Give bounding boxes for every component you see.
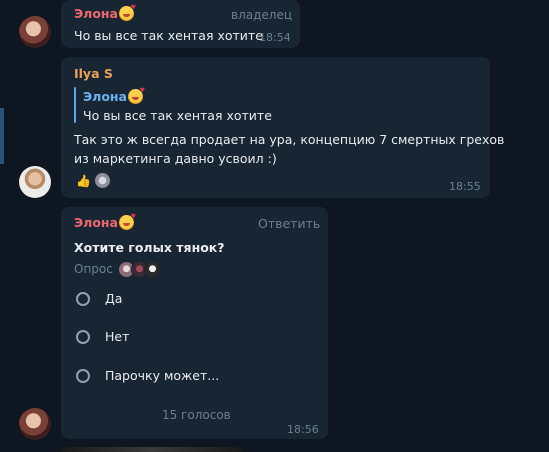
poll-question: Хотите голых тянок? (74, 240, 225, 255)
poll-option-label: Да (105, 291, 123, 306)
reply-quote-bar (74, 87, 76, 123)
reply-quote[interactable]: Элона ♥ (83, 87, 145, 104)
poll-type-label: Опрос (74, 262, 113, 276)
message-text: Чо вы все так хентая хотите (74, 28, 263, 43)
sender-name[interactable]: Ilya S (74, 66, 113, 81)
message-text-line: из маркетинга давно усвоил :) (74, 151, 277, 166)
reply-sender: Элона (83, 89, 127, 104)
chat-view: Элона ♥ владелец Чо вы все так хентая хот… (0, 0, 549, 452)
voter-avatar (144, 261, 161, 278)
poll-option[interactable]: Парочку может... (76, 368, 219, 383)
poll-option[interactable]: Да (76, 291, 122, 306)
media-preview[interactable] (62, 447, 242, 452)
smiling-face-with-hearts-icon: ♥ (119, 213, 136, 230)
avatar[interactable] (19, 408, 51, 440)
reply-button[interactable]: Ответить (258, 216, 320, 231)
radio-button[interactable] (76, 291, 90, 306)
message-text-line: Так это ж всегда продает на ура, концепц… (74, 132, 505, 147)
message-time: 18:55 (449, 180, 481, 193)
poll-message-bubble[interactable]: Элона ♥ Ответить Хотите голых тянок? Опро… (61, 207, 328, 439)
reactor-avatar (94, 173, 110, 188)
message-time: 18:56 (287, 423, 319, 436)
poll-option-label: Нет (105, 329, 130, 344)
reply-quote-text: Чо вы все так хентая хотите (83, 108, 272, 123)
poll-option[interactable]: Нет (76, 329, 129, 344)
smiling-face-with-hearts-icon: ♥ (119, 4, 136, 21)
sender-name[interactable]: Элона ♥ (74, 4, 136, 21)
radio-button[interactable] (76, 368, 90, 383)
message-bubble[interactable]: Элона ♥ владелец Чо вы все так хентая хот… (61, 0, 300, 48)
message-time: 18:54 (259, 31, 291, 44)
reactions[interactable]: 👍 (76, 173, 110, 188)
poll-votes-count: 15 голосов (162, 408, 231, 422)
sender-name[interactable]: Элона ♥ (74, 213, 136, 230)
scroll-indicator (0, 108, 4, 164)
poll-option-label: Парочку может... (105, 368, 220, 383)
avatar[interactable] (19, 166, 51, 198)
owner-badge: владелец (231, 8, 292, 22)
message-bubble[interactable]: Ilya S Элона ♥ Чо вы все так хентая хотит… (61, 57, 504, 198)
sender-name-text: Элона (74, 215, 118, 230)
radio-button[interactable] (76, 329, 90, 344)
sender-name-text: Элона (74, 6, 118, 21)
avatar[interactable] (19, 16, 51, 48)
poll-voters (118, 261, 161, 278)
thumbs-up-icon[interactable]: 👍 (76, 174, 91, 188)
smiling-face-with-hearts-icon: ♥ (128, 87, 145, 104)
